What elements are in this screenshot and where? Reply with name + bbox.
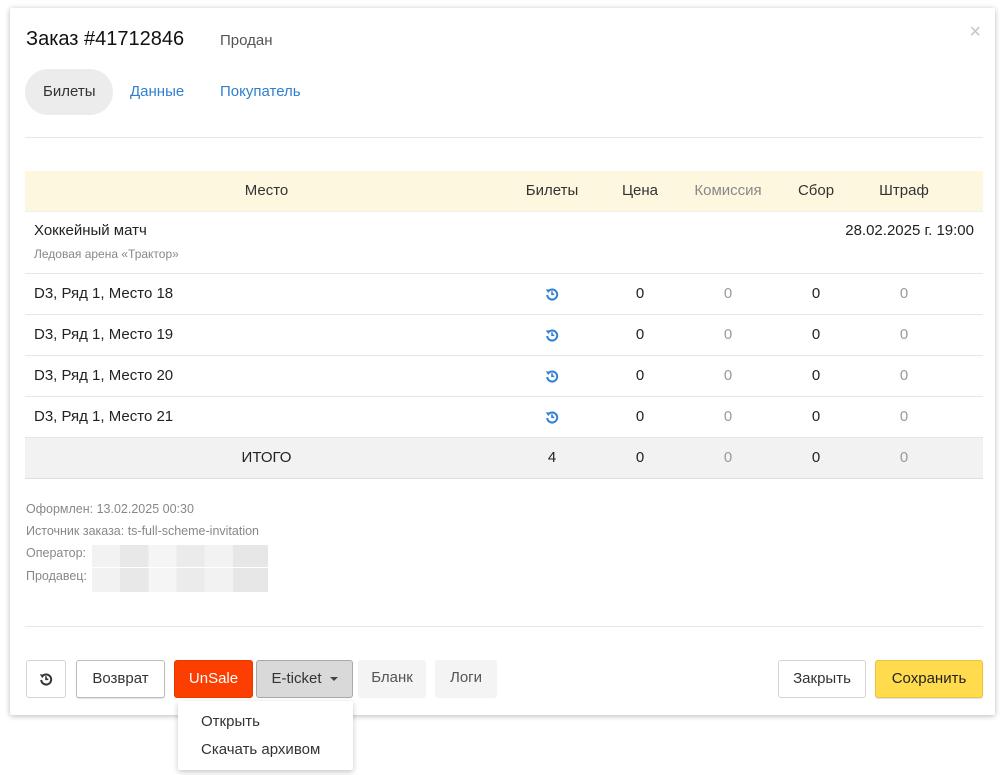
event-row: Хоккейный матч Ледовая арена «Трактор» 2…: [25, 212, 983, 274]
eticket-dropdown: Открыть Скачать архивом: [178, 701, 353, 770]
refund-icon[interactable]: [508, 274, 596, 314]
refund-icon[interactable]: [508, 397, 596, 437]
total-commission: 0: [723, 449, 733, 466]
logs-button[interactable]: Логи: [435, 660, 497, 698]
refund-icon[interactable]: [508, 315, 596, 355]
ticket-fine: 0: [899, 367, 909, 384]
total-label: ИТОГО: [241, 449, 292, 466]
ticket-price: 0: [635, 367, 645, 384]
tab-tickets[interactable]: Билеты: [25, 69, 114, 115]
eticket-label: E-ticket: [271, 670, 322, 687]
header-price: Цена: [621, 182, 659, 199]
caret-down-icon: [329, 677, 338, 682]
tab-data[interactable]: Данные: [130, 69, 184, 115]
seller-redacted: [92, 568, 268, 592]
tab-buyer[interactable]: Покупатель: [220, 69, 301, 115]
ticket-price: 0: [635, 326, 645, 343]
total-row: ИТОГО 4 0 0 0 0: [25, 438, 983, 479]
ticket-price: 0: [635, 408, 645, 425]
refund-icon: [39, 673, 53, 686]
divider: [25, 626, 983, 627]
order-title: Заказ #41712846: [26, 28, 185, 50]
operator-label: Оператор:: [26, 546, 87, 560]
save-button[interactable]: Сохранить: [875, 660, 983, 698]
tickets-table: Место Билеты Цена Комиссия Сбор Штраф Хо…: [25, 171, 983, 479]
divider: [25, 137, 983, 138]
operator-redacted: [92, 545, 268, 567]
ticket-commission: 0: [723, 326, 733, 343]
header-tickets: Билеты: [525, 182, 579, 199]
event-datetime: 28.02.2025 г. 19:00: [845, 222, 974, 239]
order-source: Источник заказа: ts-full-scheme-invitati…: [26, 524, 259, 538]
dropdown-item-open[interactable]: Открыть: [178, 708, 353, 736]
total-tickets: 4: [547, 449, 557, 466]
total-price: 0: [635, 449, 645, 466]
ticket-fee: 0: [811, 285, 821, 302]
ticket-commission: 0: [723, 367, 733, 384]
close-icon[interactable]: ×: [969, 22, 981, 42]
order-status: Продан: [220, 32, 273, 49]
total-fee: 0: [811, 449, 821, 466]
ticket-price: 0: [635, 285, 645, 302]
return-button[interactable]: Возврат: [76, 660, 165, 698]
ticket-fine: 0: [899, 408, 909, 425]
event-name: Хоккейный матч: [34, 222, 147, 239]
ticket-place: D3, Ряд 1, Место 18: [34, 285, 174, 302]
dropdown-item-download-archive[interactable]: Скачать архивом: [178, 736, 353, 764]
event-venue: Ледовая арена «Трактор»: [34, 247, 179, 261]
ticket-commission: 0: [723, 408, 733, 425]
refund-order-icon-button[interactable]: [26, 660, 66, 698]
ticket-fee: 0: [811, 326, 821, 343]
ticket-fine: 0: [899, 285, 909, 302]
header-fee: Сбор: [797, 182, 835, 199]
order-created: Оформлен: 13.02.2025 00:30: [26, 502, 194, 516]
refund-icon[interactable]: [508, 356, 596, 396]
table-row: D3, Ряд 1, Место 18 0 0 0 0: [25, 274, 983, 315]
close-button[interactable]: Закрыть: [778, 660, 866, 698]
header-place: Место: [244, 182, 289, 199]
unsale-button[interactable]: UnSale: [174, 660, 253, 698]
header-commission: Комиссия: [694, 182, 762, 199]
order-modal: Заказ #41712846 Продан × Билеты Данные П…: [10, 8, 995, 715]
ticket-place: D3, Ряд 1, Место 19: [34, 326, 174, 343]
table-row: D3, Ряд 1, Место 20 0 0 0 0: [25, 356, 983, 397]
table-row: D3, Ряд 1, Место 21 0 0 0 0: [25, 397, 983, 438]
ticket-fee: 0: [811, 408, 821, 425]
ticket-commission: 0: [723, 285, 733, 302]
ticket-place: D3, Ряд 1, Место 20: [34, 367, 174, 384]
blank-button[interactable]: Бланк: [358, 660, 426, 698]
ticket-place: D3, Ряд 1, Место 21: [34, 408, 174, 425]
ticket-fine: 0: [899, 326, 909, 343]
header-fine: Штраф: [879, 182, 929, 199]
table-header: Место Билеты Цена Комиссия Сбор Штраф: [25, 171, 983, 212]
eticket-button[interactable]: E-ticket: [256, 660, 353, 698]
ticket-fee: 0: [811, 367, 821, 384]
table-row: D3, Ряд 1, Место 19 0 0 0 0: [25, 315, 983, 356]
seller-label: Продавец:: [26, 569, 87, 583]
total-fine: 0: [899, 449, 909, 466]
